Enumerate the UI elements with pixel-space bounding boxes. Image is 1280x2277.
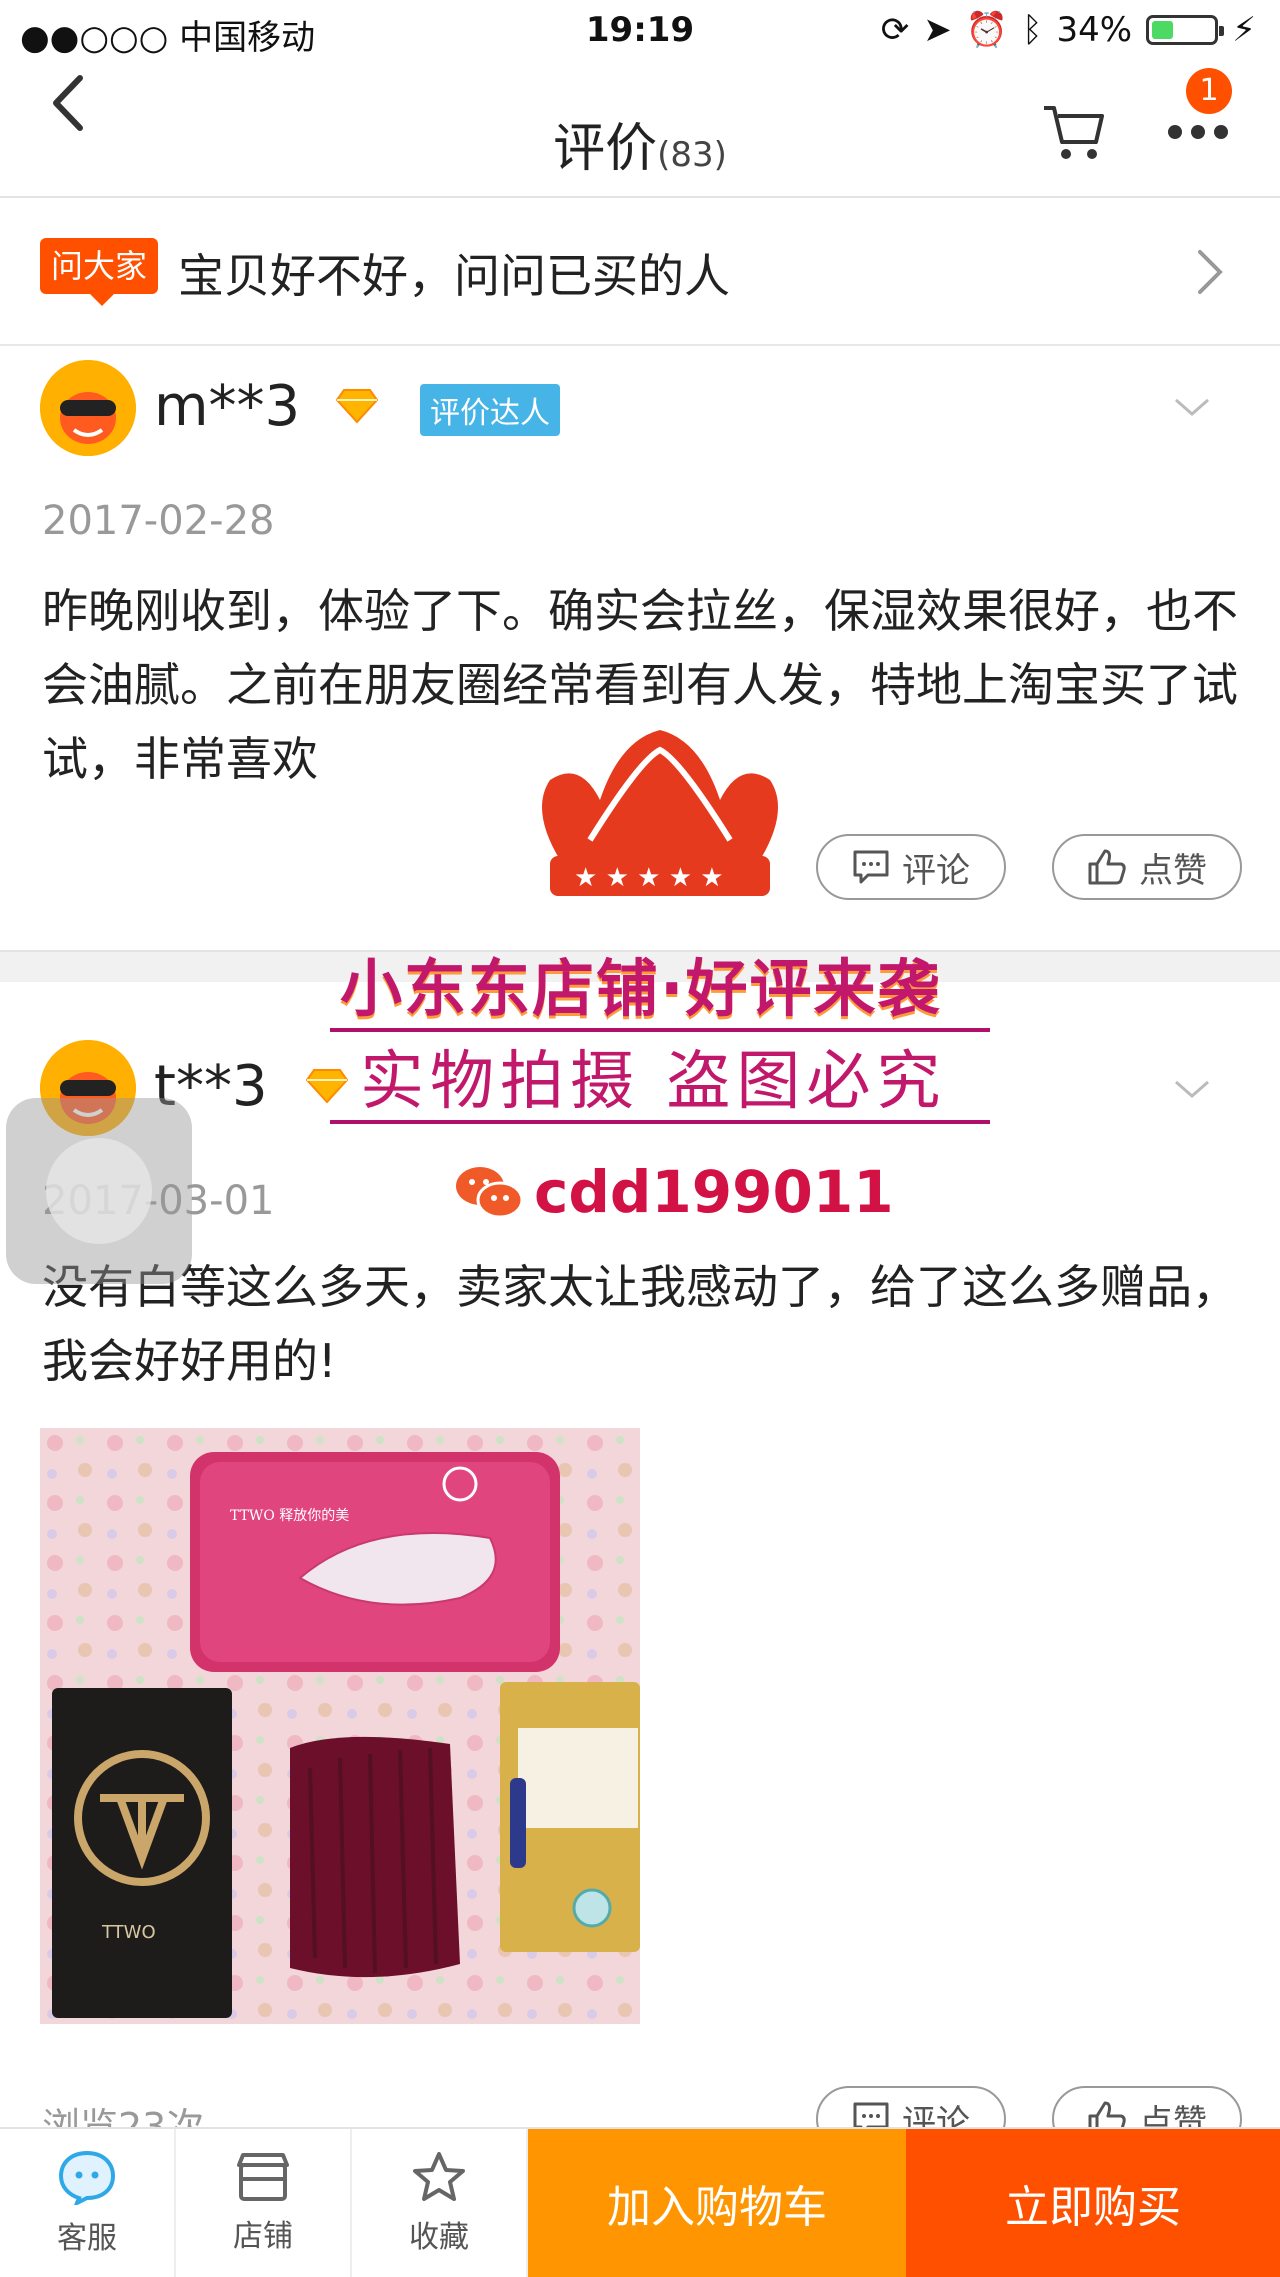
like-button[interactable]: 点赞 — [1052, 834, 1242, 900]
bluetooth-icon: ᛒ — [1022, 10, 1043, 50]
comment-icon — [853, 850, 889, 884]
chat-bubble-icon — [58, 2150, 116, 2205]
comment-button[interactable]: 评论 — [816, 834, 1006, 900]
orientation-lock-icon: ⟳ — [880, 10, 910, 50]
status-icons: ⟳ ➤ ⏰ ᛒ 34% ⚡ — [881, 10, 1256, 50]
service-label: 客服 — [57, 2221, 117, 2256]
svg-text:★ ★ ★ ★ ★: ★ ★ ★ ★ ★ — [574, 863, 724, 893]
watermark-rule — [330, 1120, 990, 1124]
location-icon: ➤ — [923, 10, 952, 50]
star-icon — [413, 2152, 465, 2201]
bag-brand-text: TTWO 释放你的美 — [230, 1508, 349, 1524]
expert-reviewer-badge: 评价达人 — [420, 384, 560, 436]
review-item: t**3 2017-03-01 没有白等这么多天，卖家太让我感动了，给了这么多赠… — [0, 982, 1280, 2152]
username: m**3 — [154, 374, 301, 439]
more-icon[interactable] — [1166, 122, 1230, 142]
ask-everyone-bar[interactable]: 问大家 宝贝好不好，问问已买的人 — [0, 198, 1280, 346]
charging-icon: ⚡ — [1232, 10, 1256, 50]
battery-icon — [1146, 15, 1225, 45]
assistive-touch-button[interactable] — [6, 1098, 192, 1284]
ask-tag: 问大家 — [40, 238, 158, 306]
shop-label: 店铺 — [233, 2219, 293, 2254]
review-photo-image: TTWO 释放你的美 TTWO — [40, 1428, 640, 2024]
customer-service-button[interactable]: 客服 — [0, 2129, 176, 2277]
favorite-label: 收藏 — [409, 2220, 469, 2255]
buy-now-button[interactable]: 立即购买 — [906, 2129, 1280, 2277]
add-to-cart-button[interactable]: 加入购物车 — [528, 2129, 906, 2277]
bottom-action-bar: 客服 店铺 收藏 加入购物车 立即购买 — [0, 2127, 1280, 2277]
review-photo[interactable]: TTWO 释放你的美 TTWO — [40, 1428, 640, 2024]
review-content: 没有白等这么多天，卖家太让我感动了，给了这么多赠品，我会好好用的! — [42, 1260, 1238, 1388]
chevron-down-icon[interactable] — [1172, 396, 1212, 418]
like-label: 点赞 — [1139, 850, 1207, 891]
avatar[interactable] — [40, 360, 136, 456]
crown-watermark-icon: ★ ★ ★ ★ ★ — [542, 730, 778, 896]
status-bar: ●●○○○ 中国移动 19:19 ⟳ ➤ ⏰ ᛒ 34% ⚡ — [0, 0, 1280, 62]
watermark-contact: cdd199011 — [534, 1158, 894, 1226]
wechat-icon — [456, 1167, 524, 1219]
ask-prompt: 宝贝好不好，问问已买的人 — [178, 249, 730, 303]
nav-bar: 评价(83) 1 — [0, 62, 1280, 198]
chevron-down-icon[interactable] — [1172, 1078, 1212, 1100]
thumbs-up-icon — [1088, 849, 1126, 885]
cart-badge: 1 — [1186, 68, 1232, 114]
review-count: (83) — [657, 135, 727, 175]
page-title-text: 评价 — [553, 119, 658, 179]
alarm-icon: ⏰ — [965, 10, 1009, 50]
battery-percent: 34% — [1056, 10, 1133, 50]
shop-button[interactable]: 店铺 — [176, 2129, 352, 2277]
watermark-title: 小东东店铺·好评来袭 — [340, 952, 942, 1025]
cart-icon[interactable] — [1040, 102, 1106, 162]
shop-icon — [237, 2153, 289, 2201]
review-date: 2017-02-28 — [42, 498, 275, 544]
watermark-subtitle: 实物拍摄 盗图必究 — [360, 1045, 947, 1119]
diamond-level-icon — [306, 1069, 348, 1104]
comment-label: 评论 — [902, 850, 970, 891]
favorite-button[interactable]: 收藏 — [352, 2129, 528, 2277]
avatar-mascot-icon — [40, 360, 136, 456]
box-brand-text: TTWO — [101, 1922, 156, 1943]
chevron-right-icon — [1198, 250, 1223, 294]
diamond-level-icon — [336, 389, 378, 424]
